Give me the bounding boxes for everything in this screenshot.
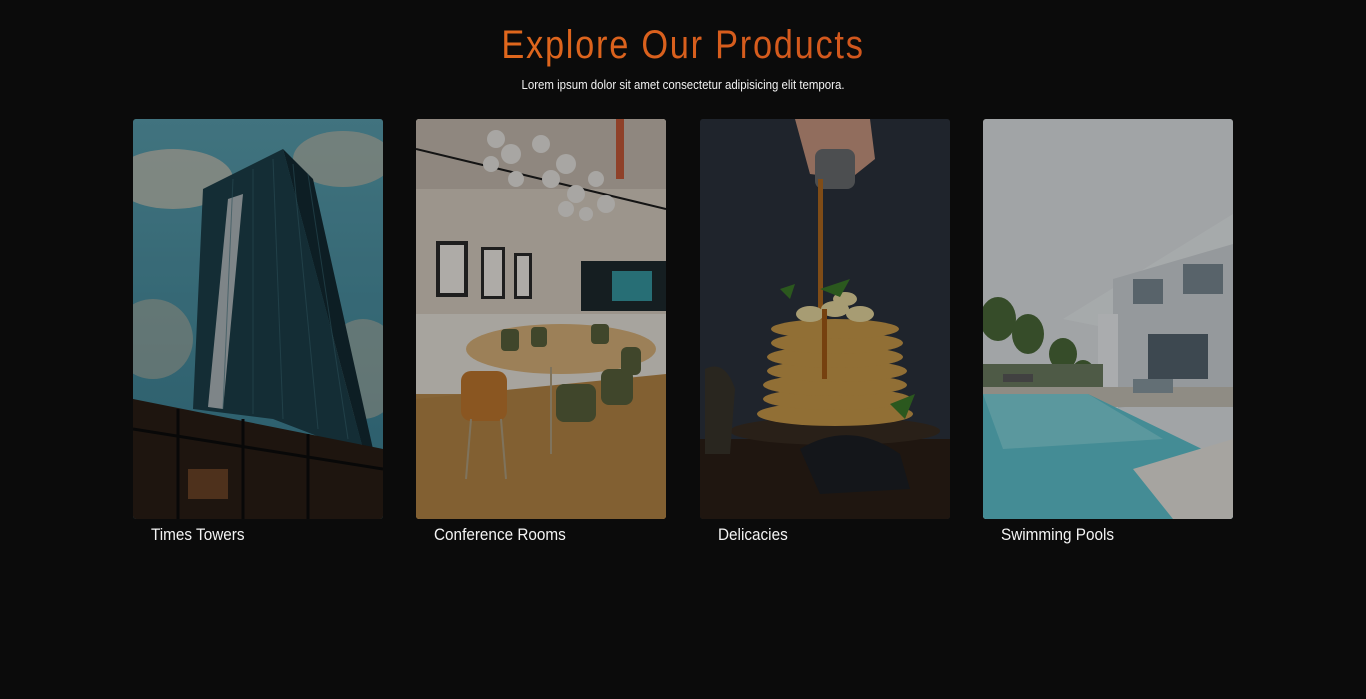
product-card-swimming-pools[interactable]: Swimming Pools xyxy=(983,119,1233,545)
product-card-conference-rooms[interactable]: Conference Rooms xyxy=(416,119,666,545)
product-label-delicacies[interactable]: Delicacies xyxy=(700,525,925,545)
product-card-delicacies[interactable]: Delicacies xyxy=(700,119,950,545)
product-card-times-towers[interactable]: Times Towers xyxy=(133,119,383,545)
products-section: Explore Our Products Lorem ipsum dolor s… xyxy=(0,0,1366,699)
times-towers-image[interactable] xyxy=(133,119,383,519)
product-label-conference-rooms[interactable]: Conference Rooms xyxy=(416,525,641,545)
section-subtitle: Lorem ipsum dolor sit amet consectetur a… xyxy=(521,77,845,92)
product-grid: Times Towers Conference Rooms Delicacies… xyxy=(0,119,1366,559)
product-label-times-towers[interactable]: Times Towers xyxy=(133,525,358,545)
product-label-swimming-pools[interactable]: Swimming Pools xyxy=(983,525,1208,545)
section-title: Explore Our Products xyxy=(96,22,1271,68)
delicacies-image[interactable] xyxy=(700,119,950,519)
conference-rooms-image[interactable] xyxy=(416,119,666,519)
swimming-pools-image[interactable] xyxy=(983,119,1233,519)
